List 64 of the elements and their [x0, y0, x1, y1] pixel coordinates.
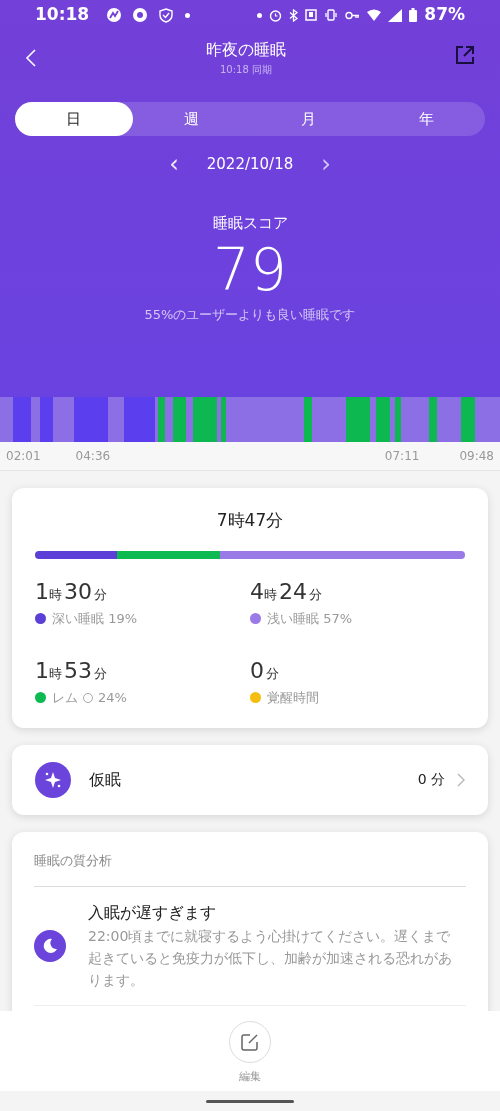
- time-tick: 07:11: [384, 448, 420, 465]
- chart-app-icon: [107, 8, 122, 22]
- nap-label: 仮眠: [89, 768, 121, 791]
- stage-label: 深い睡眠 19%: [52, 609, 138, 628]
- signal-icon: [388, 8, 403, 22]
- time-tick: 09:48: [459, 448, 494, 465]
- minutes-value: 24: [279, 577, 307, 606]
- square-icon: [305, 9, 318, 21]
- minutes-value: 30: [64, 577, 92, 606]
- minutes-unit: 分: [266, 665, 279, 683]
- analysis-title: 睡眠の質分析: [34, 852, 112, 868]
- previous-date-button[interactable]: ‹: [165, 152, 183, 176]
- status-time: 10:18: [35, 3, 90, 27]
- chevron-right-icon: [457, 772, 465, 787]
- share-icon[interactable]: [454, 44, 476, 66]
- stage-label: 覚醒時間: [267, 689, 319, 707]
- time-tick: 02:01: [6, 448, 41, 465]
- sync-time: 10:18 同期: [220, 63, 272, 77]
- minutes-value: 53: [64, 657, 92, 685]
- key-icon: [345, 10, 361, 20]
- nap-duration: 0 分: [417, 770, 445, 789]
- moon-icon: [34, 929, 66, 962]
- minutes-unit: 分: [94, 665, 107, 683]
- page-title: 昨夜の睡眠: [206, 39, 286, 61]
- dot-icon: [185, 12, 191, 18]
- wifi-icon: [367, 8, 382, 22]
- minutes-value: 0: [250, 657, 264, 685]
- dot-icon: [257, 12, 263, 18]
- hours-value: 1: [35, 577, 49, 606]
- vibrate-icon: [324, 9, 339, 21]
- hours-value: 1: [35, 657, 49, 685]
- sparkle-icon: [35, 761, 71, 798]
- alarm-icon: [269, 8, 283, 22]
- battery-icon: [409, 8, 418, 22]
- hours-unit: 時: [49, 586, 62, 604]
- stage-label: レム: [52, 689, 78, 707]
- period-tab[interactable]: 月: [250, 102, 368, 136]
- date-label: 2022/10/18: [206, 153, 294, 175]
- sleep-score: 79: [213, 236, 287, 303]
- stage-label: 浅い睡眠 57%: [267, 609, 353, 628]
- period-tab[interactable]: 年: [367, 102, 485, 136]
- insight-title: 入眠が遅すぎます: [88, 901, 217, 924]
- minutes-unit: 分: [94, 585, 107, 604]
- battery-percent: 87%: [424, 3, 465, 27]
- edit-icon: [241, 1033, 259, 1051]
- edit-label: 編集: [239, 1069, 261, 1085]
- stage-percent: 24%: [98, 689, 127, 707]
- app-icon: [133, 8, 148, 22]
- time-tick: 04:36: [75, 448, 111, 465]
- back-icon[interactable]: [24, 48, 38, 68]
- period-tab[interactable]: 週: [132, 102, 250, 136]
- hours-unit: 時: [264, 586, 277, 604]
- score-comparison: 55%のユーザーよりも良い睡眠です: [144, 305, 356, 324]
- hours-unit: 時: [49, 666, 62, 683]
- nap-card[interactable]: 仮眠 0 分: [12, 744, 488, 815]
- shield-icon: [159, 7, 174, 23]
- total-sleep-time: 7時47分: [216, 509, 284, 532]
- period-tab[interactable]: 日: [15, 102, 133, 136]
- hours-value: 4: [250, 577, 264, 606]
- insight-text: 22:00頃までに就寝するよう心掛けてください。遅くまで起きていると免疫力が低下し、加齢が加速される恐れがあります。: [88, 926, 453, 990]
- bluetooth-icon: [289, 8, 299, 22]
- next-date-button[interactable]: ›: [317, 152, 335, 176]
- minutes-unit: 分: [309, 585, 322, 604]
- score-label: 睡眠スコア: [212, 213, 288, 234]
